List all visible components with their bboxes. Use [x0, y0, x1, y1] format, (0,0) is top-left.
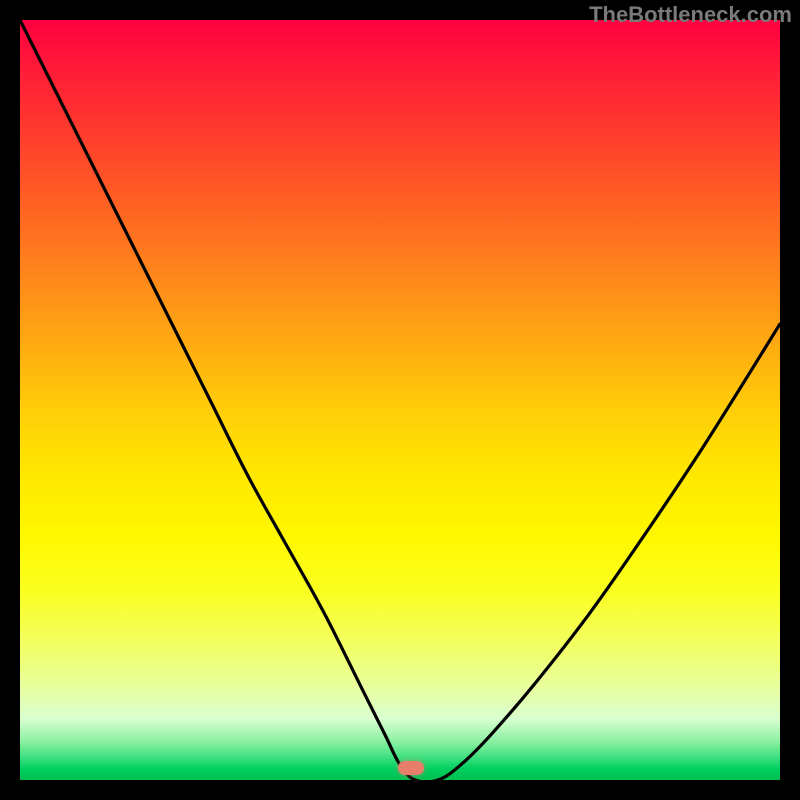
bottleneck-curve	[20, 20, 780, 780]
optimal-point-marker	[398, 761, 424, 775]
chart-plot-area	[20, 20, 780, 780]
chart-stage: TheBottleneck.com	[0, 0, 800, 800]
watermark-text: TheBottleneck.com	[589, 2, 792, 28]
